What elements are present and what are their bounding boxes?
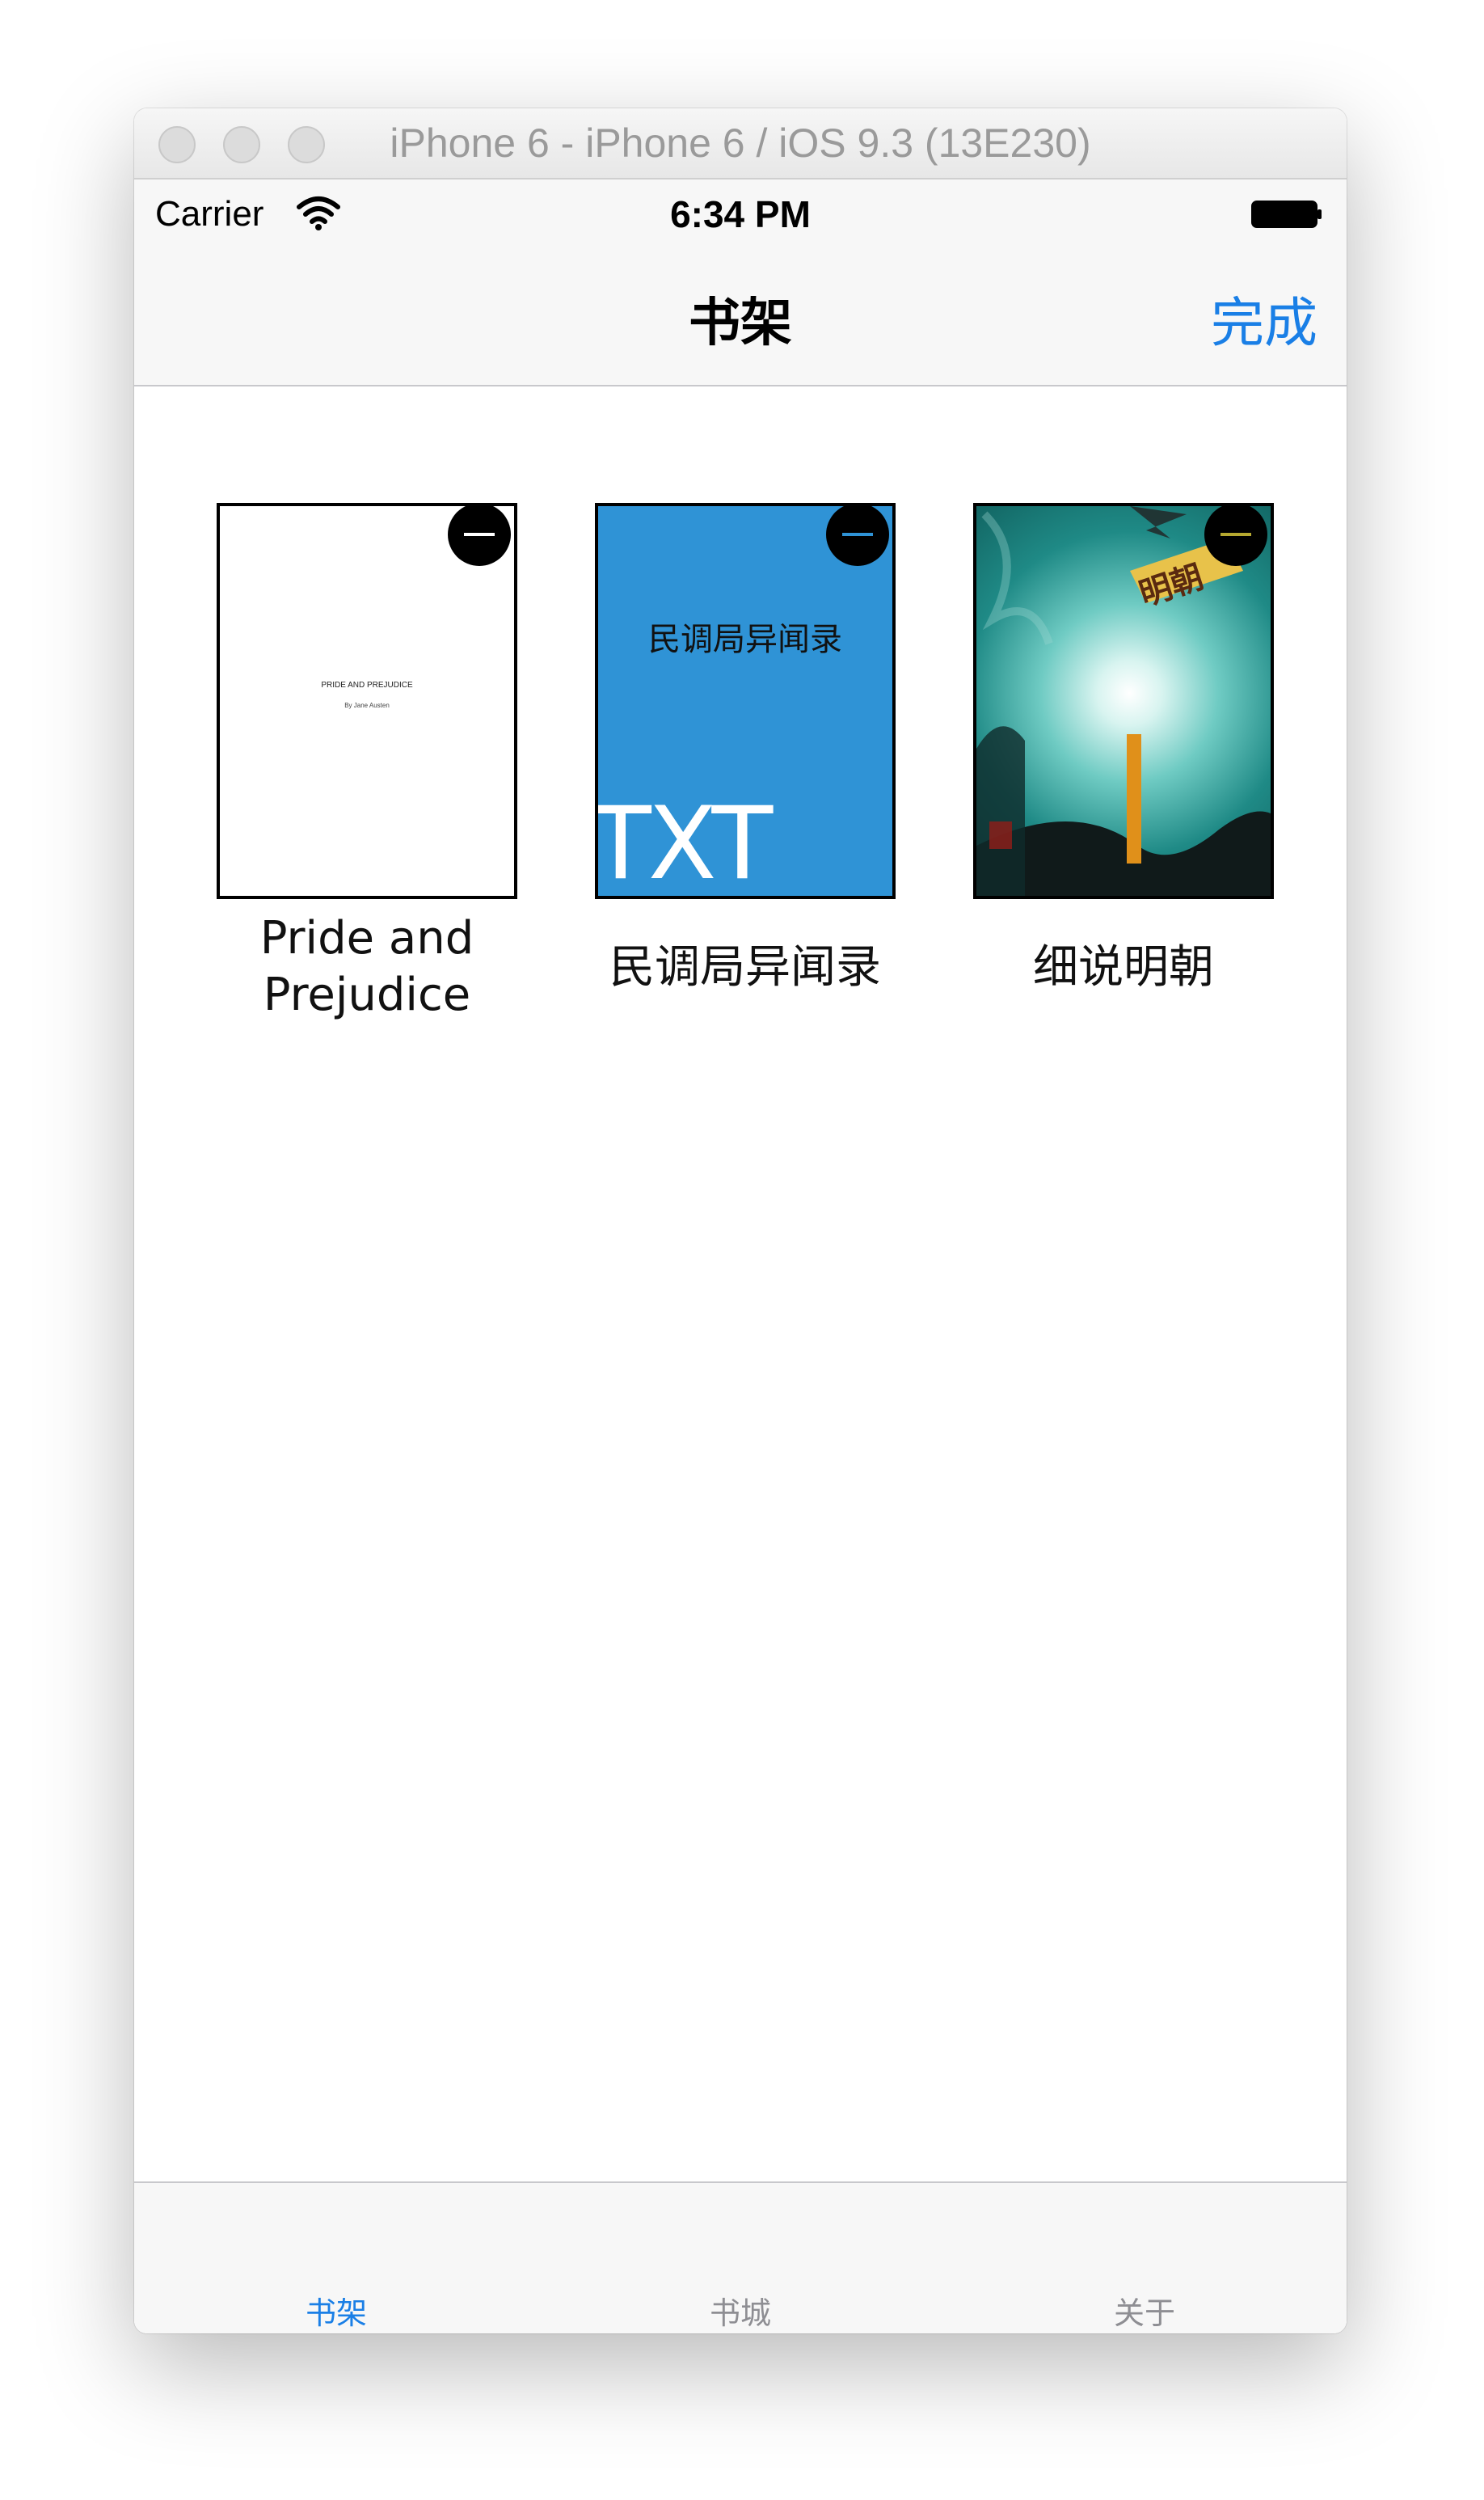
status-time: 6:34 PM — [670, 193, 811, 235]
cover-title: 民调局异闻录 — [648, 621, 842, 658]
txt-badge: TXT — [595, 786, 773, 899]
done-button[interactable]: 完成 — [1211, 280, 1317, 357]
cover-title: PRIDE AND PREJUDICE — [321, 681, 413, 690]
cover-author: By Jane Austen — [344, 702, 390, 709]
battery-icon — [1251, 201, 1322, 228]
delete-book-button[interactable] — [1204, 503, 1267, 566]
book-title: 细说明朝 — [1033, 941, 1214, 994]
tab-bar: 书架 书城 关于 — [134, 2181, 1347, 2333]
window-title: iPhone 6 - iPhone 6 / iOS 9.3 (13E230) — [390, 120, 1091, 166]
simulator-window: iPhone 6 - iPhone 6 / iOS 9.3 (13E230) C… — [134, 108, 1347, 2333]
navigation-bar: 书架 完成 — [134, 247, 1347, 386]
tab-about[interactable]: 关于 — [1064, 2288, 1225, 2333]
book-title: Pride and Prejudice — [259, 912, 474, 1021]
tab-bookshelf[interactable]: 书架 — [255, 2288, 417, 2333]
window-titlebar: iPhone 6 - iPhone 6 / iOS 9.3 (13E230) — [134, 108, 1347, 179]
delete-book-button[interactable] — [448, 503, 511, 566]
page-title: 书架 — [689, 293, 792, 353]
book-title: 民调局异闻录 — [609, 941, 881, 994]
tab-bookstore[interactable]: 书城 — [660, 2288, 821, 2333]
device-screen: Carrier 6:34 PM 书架 完成 PRIDE AND PREJUDIC… — [134, 179, 1347, 2333]
delete-book-button[interactable] — [826, 503, 889, 566]
status-bar: Carrier 6:34 PM — [134, 179, 1347, 247]
